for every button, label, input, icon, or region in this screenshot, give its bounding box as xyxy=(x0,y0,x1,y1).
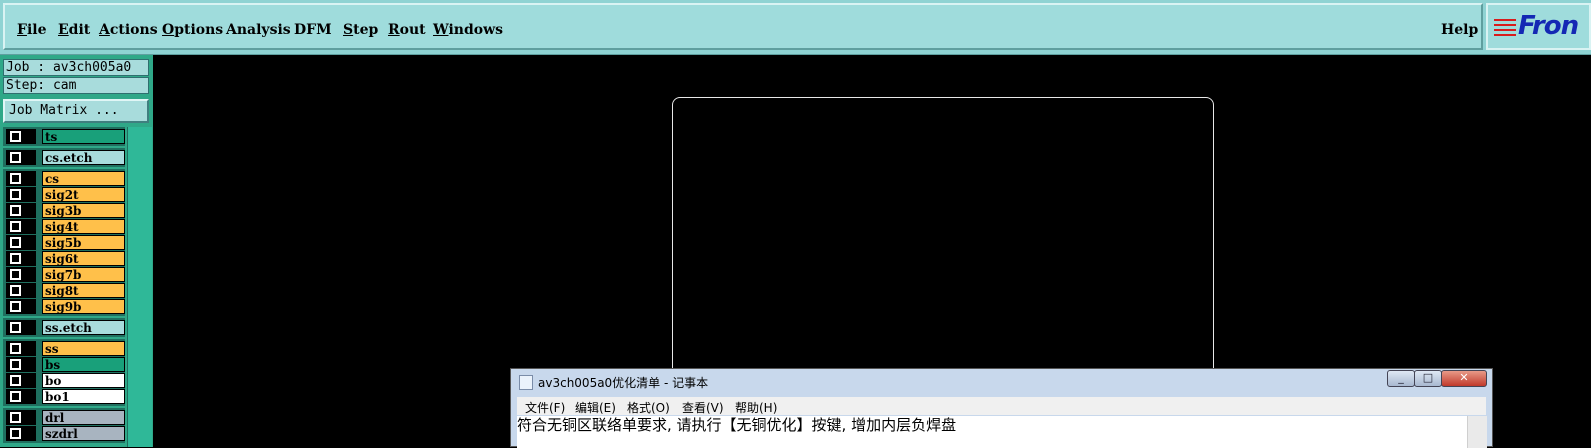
layer-row-sig8t[interactable]: sig8t xyxy=(6,283,125,298)
layer-row-sig9b[interactable]: sig9b xyxy=(6,299,125,314)
layer-row-bo[interactable]: bo xyxy=(6,373,125,388)
notepad-menubar: 文件(F) 编辑(E) 格式(O) 查看(V) 帮助(H) xyxy=(517,397,1486,415)
layer-name: bo xyxy=(42,373,125,388)
maximize-button[interactable]: □ xyxy=(1414,370,1442,387)
notepad-window: av3ch005a0优化清单 - 记事本 _ □ ✕ 文件(F) 编辑(E) 格… xyxy=(510,368,1493,448)
layer-name: ss xyxy=(42,341,125,356)
layer-checkbox[interactable] xyxy=(6,203,36,218)
layer-row-sig2t[interactable]: sig2t xyxy=(6,187,125,202)
menu-dfm[interactable]: DFM xyxy=(294,22,332,38)
layer-name: ts xyxy=(42,129,125,144)
step-label: Step: cam xyxy=(3,77,149,94)
layer-checkbox[interactable] xyxy=(6,129,36,144)
menu-options[interactable]: Options xyxy=(162,22,223,38)
layer-checkbox[interactable] xyxy=(6,171,36,186)
logo-text: Fron xyxy=(1518,11,1579,41)
layer-row-cs-etch[interactable]: cs.etch xyxy=(6,150,125,165)
layer-checkbox[interactable] xyxy=(6,150,36,165)
layer-checkbox[interactable] xyxy=(6,283,36,298)
layer-row-bo1[interactable]: bo1 xyxy=(6,389,125,404)
notepad-text-area[interactable]: 符合无铜区联络单要求, 请执行【无铜优化】按键, 增加内层负焊盘 xyxy=(517,416,1467,448)
layer-row-ts[interactable]: ts xyxy=(6,129,125,144)
layer-checkbox[interactable] xyxy=(6,235,36,250)
layer-checkbox[interactable] xyxy=(6,299,36,314)
main-menubar: File Edit Actions Options Analysis DFM S… xyxy=(0,0,1591,55)
close-button[interactable]: ✕ xyxy=(1441,370,1487,387)
layer-checkbox[interactable] xyxy=(6,426,36,441)
layer-row-ss-etch[interactable]: ss.etch xyxy=(6,320,125,335)
notepad-vertical-scrollbar[interactable] xyxy=(1467,416,1487,448)
frontline-logo: Fron xyxy=(1486,3,1591,50)
menu-windows[interactable]: Windows xyxy=(433,22,503,38)
notepad-menu-view[interactable]: 查看(V) xyxy=(682,399,724,416)
layer-name: bo1 xyxy=(42,389,125,404)
layer-name: sig9b xyxy=(42,299,125,314)
logo-speed-lines-icon xyxy=(1494,19,1516,39)
notepad-icon xyxy=(519,375,533,390)
layer-list-scrollbar[interactable] xyxy=(127,127,152,447)
layer-checkbox[interactable] xyxy=(6,219,36,234)
layer-name: sig2t xyxy=(42,187,125,202)
board-profile-outline xyxy=(672,97,1214,399)
notepad-menu-help[interactable]: 帮助(H) xyxy=(735,399,777,416)
layer-checkbox[interactable] xyxy=(6,267,36,282)
layer-name: sig5b xyxy=(42,235,125,250)
menu-edit[interactable]: Edit xyxy=(58,22,90,38)
minimize-button[interactable]: _ xyxy=(1387,370,1415,387)
layer-row-sig7b[interactable]: sig7b xyxy=(6,267,125,282)
layer-name: cs.etch xyxy=(42,150,125,165)
layer-row-sig6t[interactable]: sig6t xyxy=(6,251,125,266)
notepad-menu-file[interactable]: 文件(F) xyxy=(525,399,565,416)
layer-name: sig8t xyxy=(42,283,125,298)
layer-name: sig7b xyxy=(42,267,125,282)
layer-name: cs xyxy=(42,171,125,186)
layer-row-cs[interactable]: cs xyxy=(6,171,125,186)
notepad-menu-format[interactable]: 格式(O) xyxy=(627,399,670,416)
layer-checkbox[interactable] xyxy=(6,373,36,388)
menu-actions[interactable]: Actions xyxy=(99,22,158,38)
menu-file[interactable]: File xyxy=(17,22,47,38)
layer-name: bs xyxy=(42,357,125,372)
layer-row-sig3b[interactable]: sig3b xyxy=(6,203,125,218)
layer-checkbox[interactable] xyxy=(6,187,36,202)
layer-checkbox[interactable] xyxy=(6,389,36,404)
layer-name: sig4t xyxy=(42,219,125,234)
layer-row-sig4t[interactable]: sig4t xyxy=(6,219,125,234)
layer-list: ts cs.etch cs sig2t sig3b sig4t sig5b sig6t sig7… xyxy=(3,127,125,447)
menu-step[interactable]: Step xyxy=(343,22,378,38)
layer-panel: Job : av3ch005a0 Step: cam Job Matrix ..… xyxy=(0,55,153,447)
layer-row-bs[interactable]: bs xyxy=(6,357,125,372)
layer-checkbox[interactable] xyxy=(6,410,36,425)
layer-row-sig5b[interactable]: sig5b xyxy=(6,235,125,250)
layer-checkbox[interactable] xyxy=(6,320,36,335)
notepad-line-1: 符合无铜区联络单要求, 请执行【无铜优化】按键, 增加内层负焊盘 xyxy=(517,416,957,434)
layer-row-szdrl[interactable]: szdrl xyxy=(6,426,125,441)
layer-name: drl xyxy=(42,410,125,425)
layer-checkbox[interactable] xyxy=(6,251,36,266)
layer-checkbox[interactable] xyxy=(6,357,36,372)
job-matrix-button[interactable]: Job Matrix ... xyxy=(3,99,149,123)
menu-help[interactable]: Help xyxy=(1441,22,1478,38)
notepad-menu-edit[interactable]: 编辑(E) xyxy=(575,399,616,416)
layer-name: ss.etch xyxy=(42,320,125,335)
menu-rout[interactable]: Rout xyxy=(388,22,426,38)
job-label: Job : av3ch005a0 xyxy=(3,59,149,76)
notepad-title: av3ch005a0优化清单 - 记事本 xyxy=(538,376,709,390)
menubar-panel: File Edit Actions Options Analysis DFM S… xyxy=(3,3,1483,50)
menu-analysis[interactable]: Analysis xyxy=(226,22,291,38)
layer-checkbox[interactable] xyxy=(6,341,36,356)
layer-name: sig6t xyxy=(42,251,125,266)
layer-name: sig3b xyxy=(42,203,125,218)
layer-row-ss[interactable]: ss xyxy=(6,341,125,356)
layer-name: szdrl xyxy=(42,426,125,441)
layer-row-drl[interactable]: drl xyxy=(6,410,125,425)
